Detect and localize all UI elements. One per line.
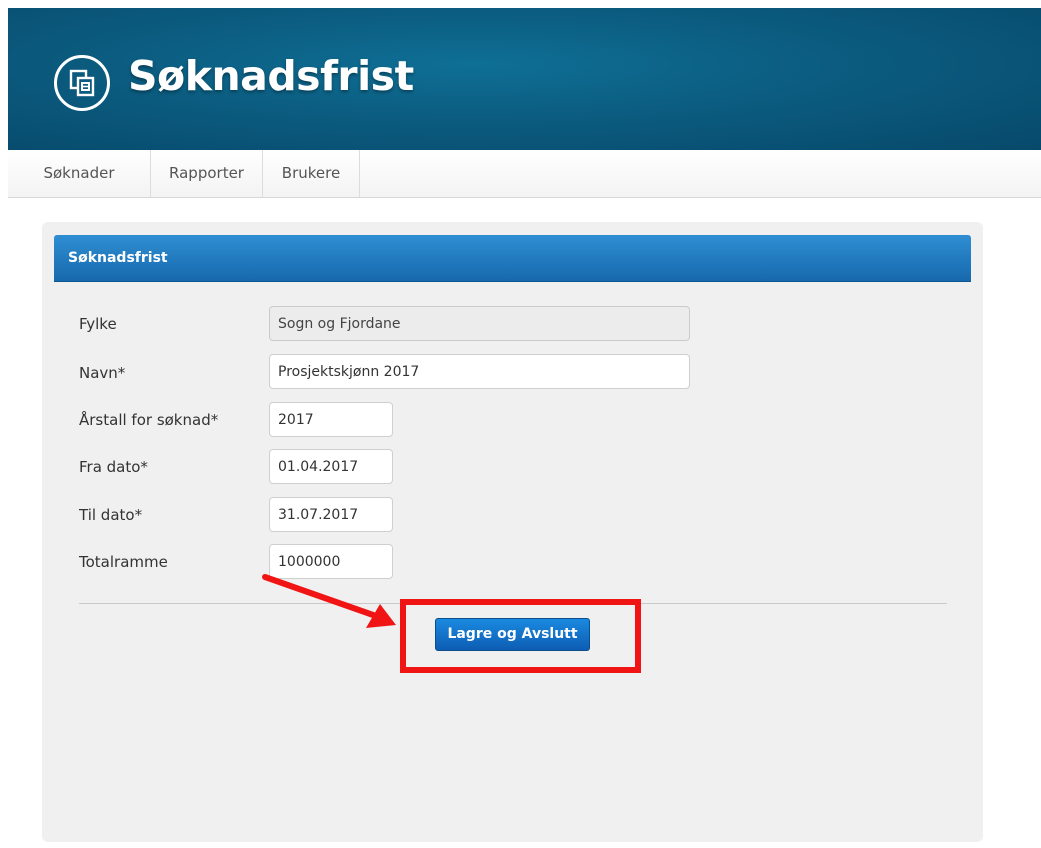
panel-header: Søknadsfrist [54, 235, 971, 282]
nav-item-brukere[interactable]: Brukere [263, 150, 360, 197]
nav-item-rapporter[interactable]: Rapporter [151, 150, 263, 197]
fylke-label: Fylke [79, 315, 117, 333]
til-dato-field[interactable] [269, 497, 393, 532]
screenshot-left-margin [0, 0, 8, 848]
brand-title[interactable]: Søknadsfrist [128, 52, 414, 100]
arstall-label: Årstall for søknad* [79, 411, 219, 429]
nav-item-soknader[interactable]: Søknader [8, 150, 151, 197]
til-dato-label: Til dato* [79, 506, 143, 524]
annotation-highlight-box [400, 599, 641, 673]
app-logo[interactable] [54, 55, 110, 111]
fylke-field [269, 306, 690, 341]
form-panel: Søknadsfrist Fylke Navn* Årstall for søk… [42, 222, 983, 842]
arstall-field[interactable] [269, 402, 393, 437]
panel-title: Søknadsfrist [68, 250, 168, 266]
app-header: Søknadsfrist [8, 8, 1041, 150]
navn-field[interactable] [269, 354, 690, 389]
totalramme-label: Totalramme [79, 553, 168, 571]
main-nav: Søknader Rapporter Brukere [8, 150, 1041, 198]
screenshot-top-margin [0, 0, 1041, 8]
document-stack-icon [69, 69, 95, 97]
navn-label: Navn* [79, 364, 126, 382]
annotation-arrow-icon [262, 574, 396, 628]
fra-dato-label: Fra dato* [79, 458, 148, 476]
fra-dato-field[interactable] [269, 449, 393, 484]
